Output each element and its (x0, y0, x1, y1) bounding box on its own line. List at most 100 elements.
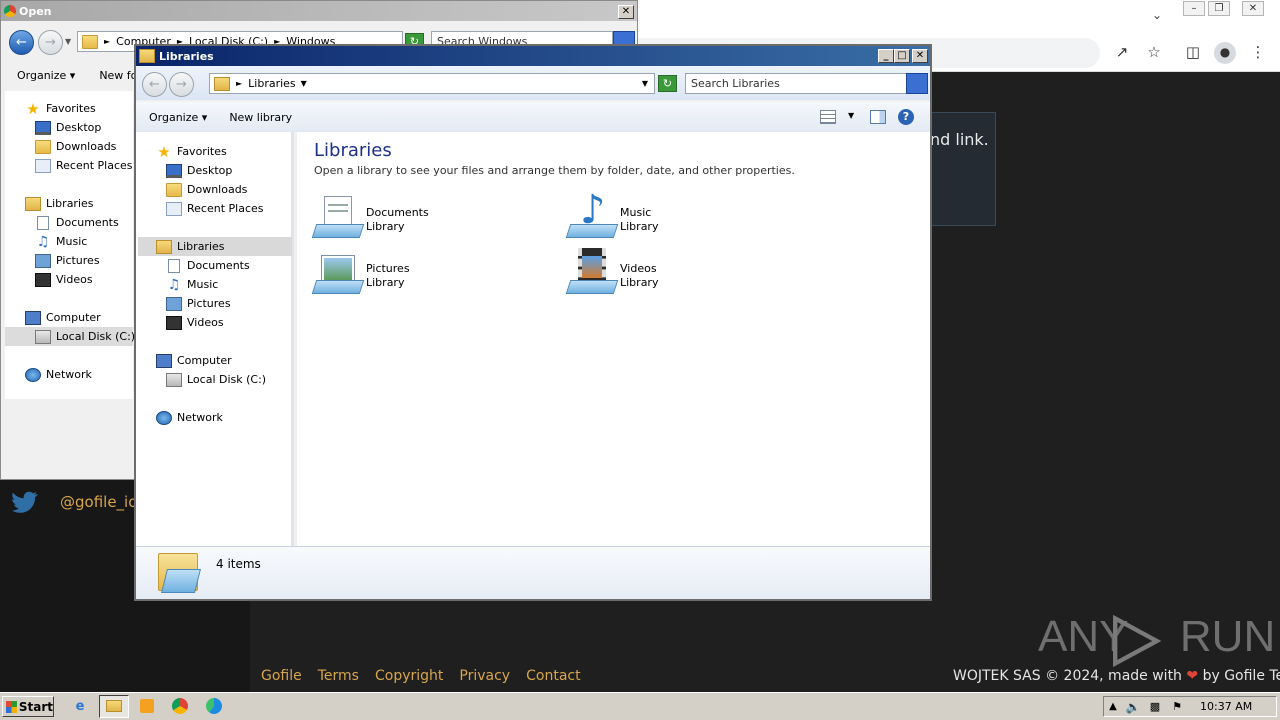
tray-expand-icon[interactable]: ▲ (1104, 701, 1122, 712)
open-dialog-close-button[interactable]: ✕ (618, 5, 634, 19)
library-item-music[interactable]: ♪ Music Library (565, 190, 768, 244)
lib-nav-recent-places[interactable]: Recent Places (166, 199, 264, 218)
start-button[interactable]: Start (2, 696, 54, 717)
lib-nav-network[interactable]: Network (156, 408, 223, 427)
libraries-minimize-button[interactable]: _ (878, 49, 894, 63)
open-dialog-titlebar[interactable]: Open (1, 1, 637, 21)
browser-restore-button[interactable]: ❐ (1208, 1, 1230, 16)
open-dialog-organize-label: Organize (17, 68, 67, 82)
footer-link-privacy[interactable]: Privacy (459, 668, 510, 684)
lib-nav-documents[interactable]: Documents (166, 256, 250, 275)
help-icon[interactable]: ? (898, 109, 914, 125)
music-library-type: Library (620, 220, 659, 233)
edge-icon[interactable] (204, 697, 224, 716)
nav-local-disk[interactable]: Local Disk (C:) (5, 327, 135, 346)
nav-libraries[interactable]: Libraries (25, 194, 94, 213)
libraries-titlebar[interactable]: Libraries (136, 46, 930, 66)
media-player-icon[interactable] (137, 697, 157, 716)
nav-videos[interactable]: Videos (35, 270, 93, 289)
internet-explorer-icon[interactable]: e (70, 697, 90, 716)
lib-nav-videos[interactable]: Videos (166, 313, 224, 332)
libraries-icon (25, 196, 41, 211)
lib-nav-downloads[interactable]: Downloads (166, 180, 247, 199)
footer-link-terms[interactable]: Terms (318, 668, 359, 684)
action-center-flag-icon[interactable]: ⚑ (1166, 700, 1188, 713)
lib-nav-recent-places-label: Recent Places (187, 202, 264, 215)
lib-nav-pictures[interactable]: Pictures (166, 294, 231, 313)
forward-button[interactable]: → (38, 30, 63, 55)
windows-logo-icon (6, 700, 17, 713)
libraries-forward-button[interactable]: → (169, 72, 194, 97)
lib-nav-music[interactable]: ♫ Music (166, 275, 219, 294)
new-library-button[interactable]: New library (229, 111, 292, 124)
preview-pane-icon[interactable] (870, 110, 886, 124)
pictures-library-type: Library (366, 276, 405, 289)
profile-icon[interactable]: ● (1214, 42, 1236, 64)
footer-link-copyright[interactable]: Copyright (375, 668, 443, 684)
footer-link-gofile[interactable]: Gofile (261, 668, 302, 684)
libraries-maximize-button[interactable]: □ (894, 49, 910, 63)
history-dropdown-icon[interactable]: ▼ (65, 37, 71, 46)
content-subtitle: Open a library to see your files and arr… (314, 164, 795, 177)
footer-link-contact[interactable]: Contact (526, 668, 580, 684)
browser-menu-icon[interactable]: ⋮ (1248, 42, 1268, 62)
lib-nav-desktop[interactable]: Desktop (166, 161, 232, 180)
view-options-dropdown-icon[interactable]: ▼ (848, 111, 854, 120)
start-label: Start (18, 699, 53, 714)
twitter-handle-link[interactable]: @gofile_io (60, 493, 137, 511)
clock[interactable]: 10:37 AM (1200, 700, 1252, 713)
documents-icon (37, 215, 49, 230)
lib-recent-places-icon (166, 201, 182, 216)
libraries-address-bar[interactable]: ► Libraries ▼ ▼ (209, 73, 655, 94)
videos-library-name: Videos (620, 262, 657, 275)
side-panel-icon[interactable]: ◫ (1183, 42, 1203, 62)
nav-documents[interactable]: Documents (35, 213, 119, 232)
music-library-icon: ♪ (565, 190, 619, 242)
nav-desktop[interactable]: Desktop (35, 118, 101, 137)
nav-pictures[interactable]: Pictures (35, 251, 100, 270)
lib-nav-computer[interactable]: Computer (156, 351, 232, 370)
network-tray-icon[interactable]: ▩ (1144, 700, 1166, 713)
address-dropdown-icon[interactable]: ▼ (642, 79, 648, 88)
address-crumb-libraries[interactable]: Libraries (248, 77, 296, 90)
bookmark-star-icon[interactable]: ☆ (1144, 42, 1164, 62)
change-view-icon[interactable] (820, 110, 836, 124)
lib-nav-downloads-label: Downloads (187, 183, 248, 196)
lib-nav-local-disk[interactable]: Local Disk (C:) (166, 370, 266, 389)
lib-nav-libraries[interactable]: Libraries (138, 237, 292, 256)
nav-computer[interactable]: Computer (25, 308, 101, 327)
item-count-status: 4 items (216, 557, 261, 571)
organize-button[interactable]: Organize ▾ (149, 111, 207, 124)
libraries-search-button[interactable] (906, 73, 928, 94)
browser-close-button[interactable]: ✕ (1242, 1, 1264, 16)
nav-music[interactable]: ♫ Music (35, 232, 88, 251)
libraries-refresh-button[interactable]: ↻ (658, 75, 677, 92)
libraries-close-button[interactable]: ✕ (912, 49, 928, 63)
nav-favorites[interactable]: ★ Favorites (25, 99, 95, 118)
explorer-taskbar-icon[interactable] (99, 695, 129, 718)
nav-documents-label: Documents (56, 216, 119, 229)
lib-downloads-icon (166, 182, 182, 197)
chrome-icon[interactable] (170, 697, 190, 716)
share-icon[interactable]: ↗ (1112, 42, 1132, 62)
library-item-documents[interactable]: Documents Library (311, 194, 514, 244)
library-item-videos[interactable]: Videos Library (565, 248, 768, 300)
libraries-search-input[interactable]: Search Libraries (685, 73, 907, 94)
tab-dropdown-icon[interactable]: ⌄ (1152, 8, 1162, 22)
nav-downloads[interactable]: Downloads (35, 137, 116, 156)
nav-videos-label: Videos (56, 273, 93, 286)
lib-documents-icon (168, 258, 180, 273)
browser-minimize-button[interactable]: – (1183, 1, 1205, 16)
lib-nav-favorites-label: Favorites (177, 145, 227, 158)
nav-recent-places[interactable]: Recent Places (35, 156, 133, 175)
lib-nav-favorites[interactable]: ★ Favorites (156, 142, 227, 161)
computer-icon (25, 310, 41, 325)
nav-network[interactable]: Network (25, 365, 92, 384)
volume-icon[interactable]: 🔈 (1122, 700, 1144, 714)
library-item-pictures[interactable]: Pictures Library (311, 250, 514, 300)
pictures-library-icon (311, 250, 365, 298)
libraries-back-button[interactable]: ← (142, 72, 167, 97)
twitter-icon[interactable] (12, 491, 38, 513)
open-dialog-organize-button[interactable]: Organize ▾ (17, 69, 75, 82)
back-button[interactable]: ← (9, 30, 34, 55)
